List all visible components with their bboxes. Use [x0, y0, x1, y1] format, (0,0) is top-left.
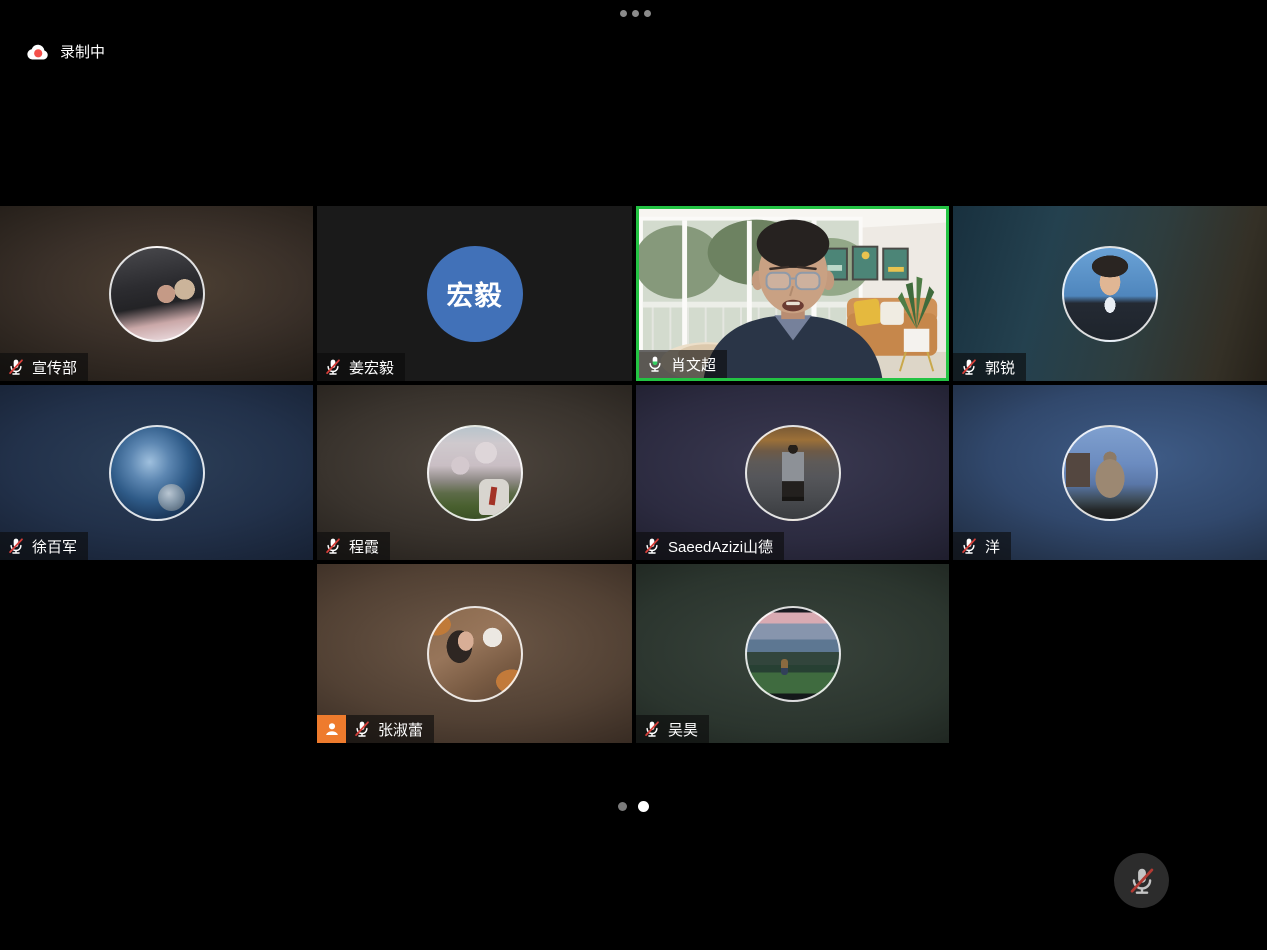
participant-tile-xubaijun[interactable]: 徐百军: [0, 385, 313, 560]
avatar: [745, 606, 841, 702]
participant-tile-yang[interactable]: 洋: [953, 385, 1267, 560]
recording-indicator[interactable]: 录制中: [26, 41, 105, 62]
mic-muted-icon: [353, 720, 371, 738]
avatar-initials: 宏毅: [427, 246, 523, 342]
participant-name: 吴昊: [668, 719, 698, 740]
host-badge-icon: [317, 715, 346, 743]
avatar-figure: [782, 445, 804, 501]
participant-tile-jianghongyi[interactable]: 宏毅 姜宏毅: [317, 206, 632, 381]
mute-toggle-button[interactable]: [1114, 853, 1169, 908]
avatar-moon: [158, 484, 185, 511]
mic-muted-icon: [960, 358, 978, 376]
dot: [620, 10, 627, 17]
participant-name: 张淑蕾: [378, 719, 423, 740]
recording-cloud-icon: [26, 43, 51, 61]
participant-name: 肖文超: [671, 354, 716, 375]
page-indicator: [0, 801, 1267, 812]
avatar: [745, 425, 841, 521]
avatar: [1062, 246, 1158, 342]
participant-tile-xuanchuanbu[interactable]: 宣传部: [0, 206, 313, 381]
participant-name: 姜宏毅: [349, 357, 394, 378]
participant-name: 宣传部: [32, 357, 77, 378]
participant-tile-saeedazizi[interactable]: SaeedAzizi山德: [636, 385, 949, 560]
avatar: [109, 246, 205, 342]
participant-name: SaeedAzizi山德: [668, 536, 773, 557]
participant-tile-zhangshulei[interactable]: 张淑蕾: [317, 564, 632, 743]
mic-muted-icon: [960, 537, 978, 555]
mic-muted-icon: [7, 537, 25, 555]
avatar-person: [781, 659, 788, 675]
participant-tile-chengxia[interactable]: 程霞: [317, 385, 632, 560]
mic-muted-icon: [643, 537, 661, 555]
mic-muted-icon: [643, 720, 661, 738]
avatar: [427, 425, 523, 521]
mic-active-icon: [646, 355, 664, 373]
participant-name: 郭锐: [985, 357, 1015, 378]
dot: [632, 10, 639, 17]
avatar: [109, 425, 205, 521]
page-dot-2-active[interactable]: [638, 801, 649, 812]
avatar: [427, 606, 523, 702]
recording-label: 录制中: [60, 41, 105, 62]
more-dots-icon[interactable]: [620, 10, 651, 17]
mic-muted-icon: [7, 358, 25, 376]
participant-name: 徐百军: [32, 536, 77, 557]
meeting-window: 录制中 宣传部 宏毅: [0, 0, 1267, 950]
participant-name: 程霞: [349, 536, 379, 557]
participant-name: 洋: [985, 536, 1000, 557]
dot: [644, 10, 651, 17]
avatar: [1062, 425, 1158, 521]
avatar-house: [1066, 453, 1090, 487]
participant-tile-wuhao[interactable]: 吴昊: [636, 564, 949, 743]
mic-muted-icon: [324, 537, 342, 555]
mic-muted-icon: [324, 358, 342, 376]
participant-tile-xiaowenchao-active-speaker[interactable]: 肖文超: [636, 206, 949, 381]
mic-muted-large-icon: [1127, 866, 1157, 896]
page-dot-1[interactable]: [618, 802, 627, 811]
avatar-stone: [479, 479, 509, 515]
participant-tile-guorui[interactable]: 郭锐: [953, 206, 1267, 381]
